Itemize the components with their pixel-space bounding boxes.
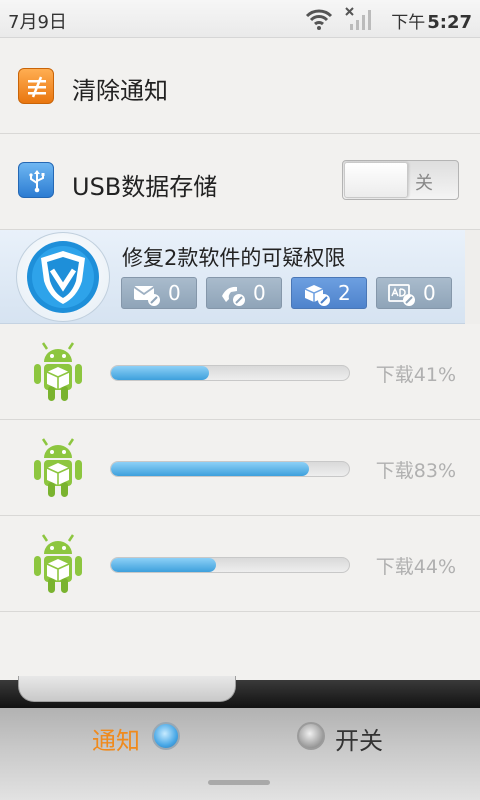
package-permission-count: 2 [338,281,351,305]
download-status: 下载44% [375,556,456,578]
package-permission-chip[interactable]: 2 [291,277,367,309]
download-progress-bar [110,461,350,477]
drawer-handle[interactable] [18,676,236,702]
tab-switches-radio-icon[interactable] [297,722,325,750]
android-package-icon [30,340,86,408]
call-permission-icon [217,283,247,311]
status-time-value: 5:27 [427,12,472,33]
status-bar: 7月9日 下午 5:27 [0,0,480,38]
sms-permission-icon [132,283,162,311]
usb-icon [18,162,54,198]
download-progress-bar [110,557,350,573]
package-permission-icon [302,283,332,311]
download-item[interactable]: 下载83% [0,420,480,516]
status-date: 7月9日 [8,12,67,33]
clear-notifications-icon [18,68,54,104]
download-progress-fill [111,558,216,572]
drag-grip-icon[interactable] [208,780,270,785]
call-permission-count: 0 [253,281,266,305]
notification-list-empty-space [0,612,480,680]
status-time-period: 下午 [391,13,426,33]
download-status: 下载41% [375,364,456,386]
clear-notifications-label: 清除通知 [72,77,168,105]
sms-permission-count: 0 [168,281,181,305]
sms-permission-chip[interactable]: 0 [121,277,197,309]
ad-permission-chip[interactable]: 0 [376,277,452,309]
call-permission-chip[interactable]: 0 [206,277,282,309]
shield-logo-icon [16,232,110,322]
toggle-knob[interactable] [344,162,408,198]
security-title: 修复2款软件的可疑权限 [122,246,346,270]
toggle-state-label: 关 [415,173,433,194]
ad-permission-icon [387,283,417,311]
download-item[interactable]: 下载44% [0,516,480,612]
android-package-icon [30,436,86,504]
status-time: 下午 5:27 [391,8,472,33]
ad-permission-count: 0 [423,281,436,305]
wifi-icon [305,7,333,35]
clear-notifications-row[interactable]: 清除通知 [0,38,480,134]
download-progress-fill [111,366,209,380]
download-progress-fill [111,462,309,476]
download-status: 下载83% [375,460,456,482]
no-signal-icon [344,6,374,36]
download-item[interactable]: 下载41% [0,324,480,420]
android-package-icon [30,532,86,600]
tab-switches-label: 开关 [335,727,383,755]
usb-storage-row: USB数据存储 关 [0,134,480,230]
tab-notifications-radio-icon[interactable] [152,722,180,750]
security-notification[interactable]: 修复2款软件的可疑权限 0 0 2 0 [0,230,465,324]
bottom-tab-bar: 通知 开关 [0,708,480,800]
tab-notifications-label: 通知 [92,727,140,755]
usb-storage-toggle[interactable]: 关 [342,160,459,200]
usb-storage-label: USB数据存储 [72,173,218,201]
download-progress-bar [110,365,350,381]
